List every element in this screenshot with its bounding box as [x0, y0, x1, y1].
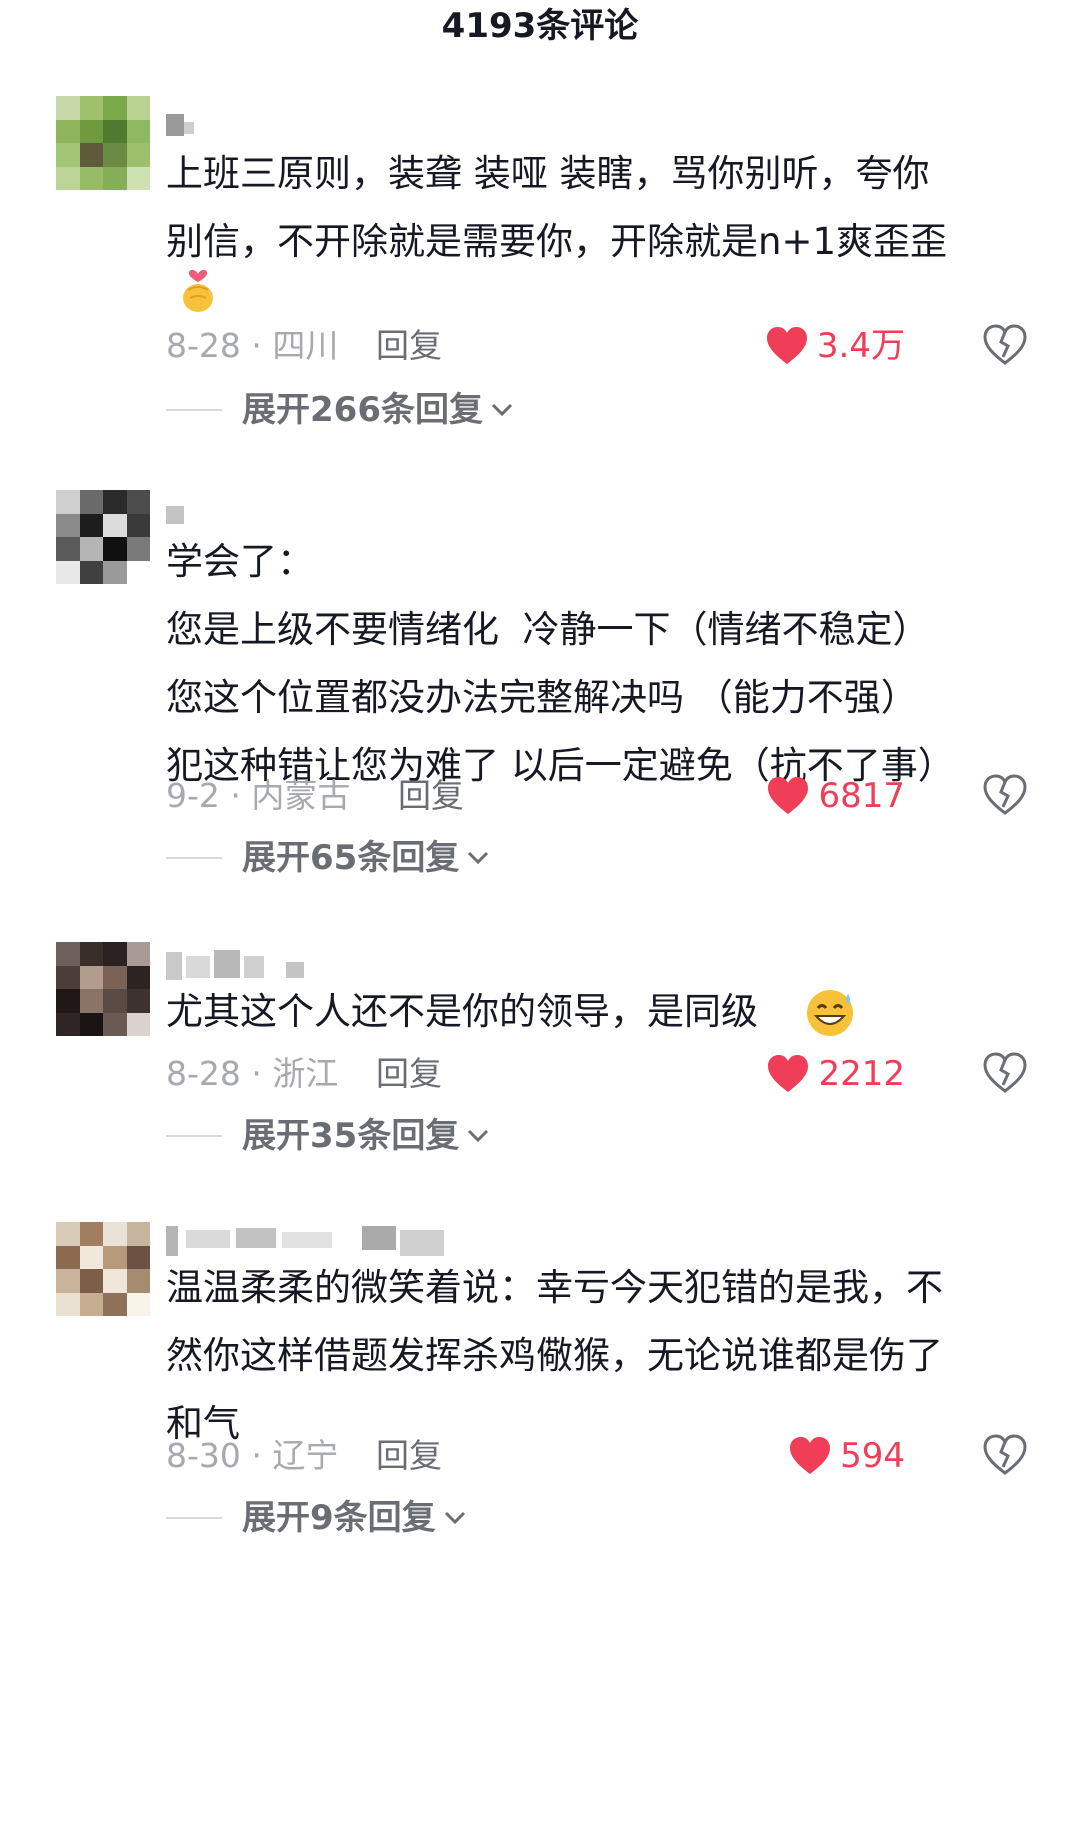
heart-icon: [768, 777, 809, 814]
expand-replies-label: 展开266条回复: [242, 390, 483, 430]
date-location: 8-28 · 四川: [166, 326, 339, 365]
grin-sweat-emoji: [804, 986, 856, 1038]
expand-replies[interactable]: 展开266条回复: [166, 390, 513, 430]
date-location: 8-28 · 浙江: [166, 1054, 339, 1093]
like-count: 594: [840, 1436, 905, 1476]
chevron-down-icon: [468, 1129, 489, 1143]
username-redacted[interactable]: [166, 114, 206, 140]
heart-icon: [766, 327, 807, 364]
dislike-button[interactable]: [982, 324, 1028, 368]
avatar[interactable]: [56, 96, 150, 190]
broken-heart-icon: [983, 1434, 1027, 1475]
date-location: 9-2 · 内蒙古: [166, 776, 351, 815]
date-location: 8-30 · 辽宁: [166, 1436, 339, 1475]
like-button[interactable]: 6817: [766, 774, 905, 818]
username-redacted[interactable]: [166, 946, 306, 980]
expand-replies[interactable]: 展开35条回复: [166, 1116, 489, 1156]
dislike-button[interactable]: [982, 774, 1028, 818]
comment-text: 学会了： 您是上级不要情绪化 冷静一下（情绪不稳定） 您这个位置都没办法完整解决…: [166, 540, 955, 787]
chevron-down-icon: [468, 851, 489, 865]
like-count: 6817: [818, 776, 905, 816]
like-count: 3.4万: [816, 326, 905, 366]
divider: [166, 1135, 222, 1137]
like-count: 2212: [818, 1054, 905, 1094]
chevron-down-icon: [444, 1511, 465, 1525]
divider: [166, 1517, 222, 1519]
expand-replies-label: 展开35条回复: [242, 1116, 460, 1156]
divider: [166, 409, 222, 411]
comment-count-title: 4193条评论: [441, 6, 639, 46]
reply-button[interactable]: 回复: [398, 774, 464, 818]
heart-icon: [790, 1437, 831, 1474]
expand-replies[interactable]: 展开65条回复: [166, 838, 489, 878]
comment-text: 上班三原则，装聋 装哑 装瞎，骂你别听，夸你 别信，不开除就是需要你，开除就是n…: [166, 152, 947, 263]
expand-replies-label: 展开65条回复: [242, 838, 460, 878]
reply-button[interactable]: 回复: [376, 1052, 442, 1096]
like-button[interactable]: 2212: [766, 1052, 905, 1096]
broken-heart-icon: [983, 324, 1027, 365]
comment-text: 温温柔柔的微笑着说：幸亏今天犯错的是我，不 然你这样借题发挥杀鸡儆猴，无论说谁都…: [166, 1266, 943, 1445]
heart-icon: [768, 1055, 809, 1092]
chevron-down-icon: [491, 403, 513, 417]
broken-heart-icon: [983, 774, 1027, 815]
avatar[interactable]: [56, 490, 150, 584]
dislike-button[interactable]: [982, 1434, 1028, 1478]
like-button[interactable]: 3.4万: [765, 324, 905, 368]
avatar[interactable]: [56, 942, 150, 1036]
finger-heart-emoji: [176, 264, 220, 314]
divider: [166, 857, 222, 859]
expand-replies-label: 展开9条回复: [242, 1498, 436, 1538]
reply-button[interactable]: 回复: [376, 324, 442, 368]
comment-text: 尤其这个人还不是你的领导，是同级: [166, 990, 758, 1033]
dislike-button[interactable]: [982, 1052, 1028, 1096]
reply-button[interactable]: 回复: [376, 1434, 442, 1478]
broken-heart-icon: [983, 1052, 1027, 1093]
expand-replies[interactable]: 展开9条回复: [166, 1498, 466, 1538]
like-button[interactable]: 594: [788, 1434, 905, 1478]
avatar[interactable]: [56, 1222, 150, 1316]
username-redacted[interactable]: [166, 1222, 466, 1256]
